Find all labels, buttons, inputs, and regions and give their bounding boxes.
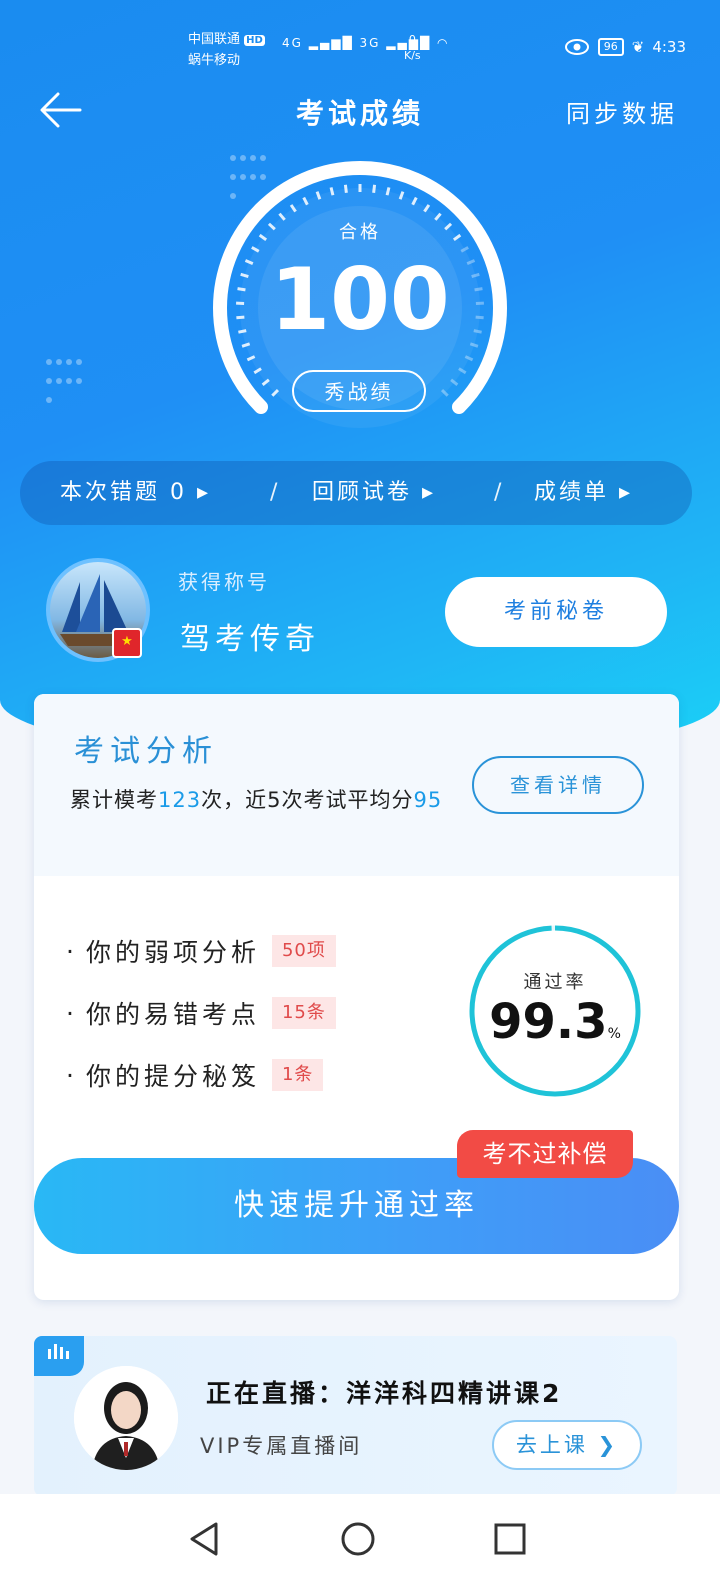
bullet: · [66, 1060, 78, 1090]
gauge-tick [372, 184, 377, 193]
score-gauge: 合格 100 秀战绩 [204, 158, 516, 428]
item-badge: 50项 [271, 935, 336, 967]
score-value: 100 [270, 250, 450, 350]
network-4g: 4G [282, 36, 303, 50]
live-title: 正在直播：洋洋科四精讲课2 [206, 1379, 563, 1408]
app-header: 考试成绩 同步数据 [0, 80, 720, 140]
analysis-items: · 你的弱项分析 50项 · 你的易错考点 15条 · 你的提分秘笈 1条 [66, 920, 336, 1106]
live-class-card[interactable]: 正在直播：洋洋科四精讲课2 VIP专属直播间 去上课 ❯ [34, 1336, 677, 1496]
network-indicators: 4G ▂▄▆█ 3G ▂▄▆█ ◠ [282, 36, 450, 50]
wrong-questions-link[interactable]: 本次错题 0 ▸ [60, 461, 211, 525]
pass-rate-unit: % [607, 1026, 621, 1042]
pass-rate-number: 99.3 [489, 994, 608, 1050]
review-paper-link[interactable]: 回顾试卷 ▸ [312, 461, 436, 525]
item-badge: 1条 [271, 1059, 324, 1091]
go-to-class-label: 去上课 [515, 1433, 588, 1457]
hd-badge: HD [244, 35, 265, 46]
net-speed-unit: K/s [404, 49, 421, 62]
chevron-right-icon: ❯ [597, 1433, 619, 1457]
analysis-title: 考试分析 [74, 734, 218, 769]
earned-title-label: 获得称号 [178, 570, 270, 594]
teacher-avatar [74, 1366, 178, 1470]
gauge-tick [271, 388, 280, 397]
analysis-header: 考试分析 累计模考123次，近5次考试平均分95 查看详情 [34, 694, 679, 876]
net-speed-value: 0 [408, 33, 416, 46]
sync-data-button[interactable]: 同步数据 [566, 94, 678, 129]
gauge-tick [385, 187, 391, 196]
wifi-icon: ◠ [437, 36, 450, 50]
item-badge: 15条 [271, 997, 336, 1029]
pass-rate-label: 通过率 [523, 972, 587, 993]
score-status: 合格 [339, 222, 381, 243]
net-speed: 0 K/s [404, 32, 421, 64]
quick-nav-bar: 本次错题 0 ▸ / 回顾试卷 ▸ / 成绩单 ▸ [20, 461, 692, 525]
leaf-icon: ❦ [631, 38, 645, 56]
gauge-tick [343, 184, 348, 193]
signal-icon: ▂▄▆█ [308, 36, 354, 50]
list-item[interactable]: · 你的提分秘笈 1条 [66, 1044, 336, 1106]
bullet: · [66, 998, 78, 1028]
live-subtitle: VIP专属直播间 [200, 1434, 363, 1458]
earned-title-value: 驾考传奇 [180, 622, 320, 657]
decor-dots [44, 352, 84, 409]
system-nav-bar [0, 1494, 720, 1584]
eye-icon [564, 39, 589, 55]
list-item[interactable]: · 你的易错考点 15条 [66, 982, 336, 1044]
mock-exam-count: 123 [158, 788, 202, 812]
pass-rate-value: 99.3% [466, 994, 644, 1050]
bullet: · [66, 936, 78, 966]
battery-indicator: 96 [597, 38, 624, 56]
nav-separator: / [494, 480, 502, 505]
score-report-link[interactable]: 成绩单 ▸ [534, 461, 633, 525]
summary-middle: 次，近5次考试平均分 [201, 788, 414, 812]
status-right: 96 ❦ 4:33 [564, 38, 686, 56]
average-score: 95 [413, 788, 443, 812]
china-flag-icon: ★ [112, 628, 142, 658]
gauge-tick [329, 187, 335, 196]
live-bars-icon [34, 1336, 84, 1376]
nav-back-icon[interactable] [180, 1514, 230, 1564]
exam-analysis-card: 考试分析 累计模考123次，近5次考试平均分95 查看详情 · 你的弱项分析 5… [34, 694, 679, 1300]
nav-recents-icon[interactable] [485, 1514, 535, 1564]
compensation-tag: 考不过补偿 [457, 1130, 633, 1178]
nav-separator: / [270, 480, 278, 505]
item-label: 你的易错考点 [85, 1000, 260, 1029]
pass-rate-circle: 通过率 99.3% [466, 922, 644, 1100]
gauge-tick [440, 388, 449, 397]
carrier-2: 蜗牛移动 [188, 53, 241, 68]
carrier-1: 中国联通 [188, 32, 241, 47]
clock: 4:33 [652, 38, 686, 56]
view-details-button[interactable]: 查看详情 [472, 756, 644, 814]
item-label: 你的弱项分析 [85, 938, 260, 967]
go-to-class-button[interactable]: 去上课 ❯ [492, 1420, 642, 1470]
show-score-button[interactable]: 秀战绩 [292, 370, 426, 412]
network-3g: 3G [359, 36, 381, 50]
status-bar: 中国联通 HD 蜗牛移动 4G ▂▄▆█ 3G ▂▄▆█ ◠ 0 K/s 96 … [0, 26, 720, 76]
carrier-info: 中国联通 HD 蜗牛移动 [188, 30, 265, 71]
nav-home-icon[interactable] [333, 1514, 383, 1564]
pre-exam-secret-button[interactable]: 考前秘卷 [445, 577, 667, 647]
item-label: 你的提分秘笈 [85, 1062, 260, 1091]
analysis-summary: 累计模考123次，近5次考试平均分95 [70, 782, 460, 818]
list-item[interactable]: · 你的弱项分析 50项 [66, 920, 336, 982]
summary-prefix: 累计模考 [70, 788, 158, 812]
